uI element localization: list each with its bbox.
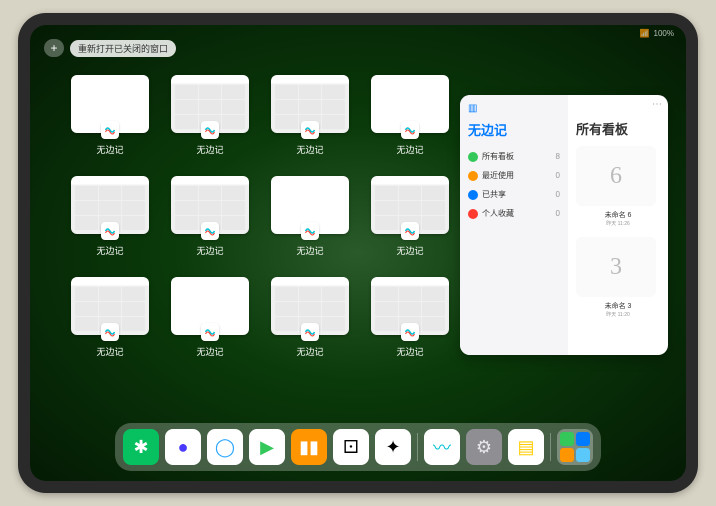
freeform-app-icon <box>101 222 119 240</box>
window-item[interactable]: 无边记 <box>170 176 250 257</box>
window-label: 无边记 <box>196 143 223 156</box>
window-item[interactable]: 无边记 <box>70 75 150 156</box>
panel-right-title: 所有看板 <box>576 119 660 138</box>
sidebar-toggle-icon[interactable]: ▥ <box>468 103 560 114</box>
dock-settings-icon[interactable]: ⚙ <box>466 429 502 465</box>
window-thumbnail <box>371 75 449 133</box>
freeform-app-icon <box>201 121 219 139</box>
window-label: 无边记 <box>96 143 123 156</box>
board-card[interactable]: 3 <box>576 237 656 297</box>
freeform-app-icon <box>401 121 419 139</box>
screen: 📶 100% + 重新打开已关闭的窗口 无边记无边记无边记无边记无边记无边记无边… <box>30 25 686 481</box>
window-thumbnail <box>171 277 249 335</box>
dock-dice-icon[interactable]: ⚀ <box>333 429 369 465</box>
window-thumbnail <box>71 176 149 234</box>
category-icon <box>468 171 478 181</box>
window-label: 无边记 <box>296 345 323 358</box>
ipad-device: 📶 100% + 重新打开已关闭的窗口 无边记无边记无边记无边记无边记无边记无边… <box>18 13 698 493</box>
panel-content: ⋯ 所有看板 6 未命名 6昨天 11:26 3 未命名 3昨天 11:20 <box>568 95 668 355</box>
window-item[interactable]: 无边记 <box>270 75 350 156</box>
window-label: 无边记 <box>296 143 323 156</box>
window-item[interactable]: 无边记 <box>170 75 250 156</box>
dock-separator <box>550 433 551 461</box>
window-thumbnail <box>271 176 349 234</box>
dock-notes-icon[interactable]: ▤ <box>508 429 544 465</box>
window-item[interactable]: 无边记 <box>70 176 150 257</box>
dock: ✱●◯▶▮▮⚀✦ 〰⚙▤ <box>115 423 601 471</box>
window-thumbnail <box>71 277 149 335</box>
new-window-button[interactable]: + <box>44 39 64 57</box>
window-thumbnail <box>171 176 249 234</box>
reopen-closed-button[interactable]: 重新打开已关闭的窗口 <box>70 40 176 57</box>
window-thumbnail <box>171 75 249 133</box>
freeform-app-icon <box>401 323 419 341</box>
dock-books-icon[interactable]: ▮▮ <box>291 429 327 465</box>
window-item[interactable]: 无边记 <box>170 277 250 358</box>
sidebar-item[interactable]: 已共享 0 <box>468 185 560 204</box>
window-label: 无边记 <box>396 143 423 156</box>
freeform-app-icon <box>301 121 319 139</box>
window-thumbnail <box>271 75 349 133</box>
window-label: 无边记 <box>196 244 223 257</box>
category-icon <box>468 209 478 219</box>
window-label: 无边记 <box>396 244 423 257</box>
dock-play-icon[interactable]: ▶ <box>249 429 285 465</box>
freeform-app-icon <box>201 222 219 240</box>
window-item[interactable]: 无边记 <box>370 277 450 358</box>
dock-browser-2-icon[interactable]: ◯ <box>207 429 243 465</box>
sidebar-item-label: 最近使用 <box>482 170 514 181</box>
dock-app-library-icon[interactable] <box>557 429 593 465</box>
battery-label: 100% <box>654 29 674 38</box>
sidebar-item-count: 0 <box>556 209 560 218</box>
freeform-app-icon <box>101 323 119 341</box>
dock-wechat-icon[interactable]: ✱ <box>123 429 159 465</box>
freeform-app-icon <box>301 222 319 240</box>
window-label: 无边记 <box>396 345 423 358</box>
window-label: 无边记 <box>96 244 123 257</box>
board-card[interactable]: 6 <box>576 146 656 206</box>
sidebar-item-count: 0 <box>556 171 560 180</box>
sidebar-item-label: 已共享 <box>482 189 506 200</box>
window-thumbnail <box>371 176 449 234</box>
window-item[interactable]: 无边记 <box>270 176 350 257</box>
board-label: 未命名 6昨天 11:26 <box>576 210 660 227</box>
topbar: + 重新打开已关闭的窗口 <box>44 39 176 57</box>
window-item[interactable]: 无边记 <box>70 277 150 358</box>
category-icon <box>468 190 478 200</box>
window-item[interactable]: 无边记 <box>370 176 450 257</box>
more-icon[interactable]: ⋯ <box>652 99 662 110</box>
sidebar-item[interactable]: 个人收藏 0 <box>468 204 560 223</box>
dock-freeform-icon[interactable]: 〰 <box>424 429 460 465</box>
window-item[interactable]: 无边记 <box>370 75 450 156</box>
freeform-app-icon <box>101 121 119 139</box>
sidebar-item[interactable]: 所有看板 8 <box>468 147 560 166</box>
panel-title: 无边记 <box>468 120 560 139</box>
dock-atoms-icon[interactable]: ✦ <box>375 429 411 465</box>
freeform-app-icon <box>401 222 419 240</box>
category-icon <box>468 152 478 162</box>
status-bar: 📶 100% <box>640 29 674 38</box>
sidebar-item[interactable]: 最近使用 0 <box>468 166 560 185</box>
window-label: 无边记 <box>96 345 123 358</box>
window-thumbnail <box>271 277 349 335</box>
freeform-app-icon <box>201 323 219 341</box>
sidebar-item-label: 个人收藏 <box>482 208 514 219</box>
window-label: 无边记 <box>296 244 323 257</box>
sidebar-item-count: 0 <box>556 190 560 199</box>
dock-separator <box>417 433 418 461</box>
panel-sidebar: ▥ 无边记 所有看板 8 最近使用 0 已共享 0 个人收藏 0 <box>460 95 568 355</box>
dock-browser-1-icon[interactable]: ● <box>165 429 201 465</box>
wifi-icon: 📶 <box>640 29 650 38</box>
freeform-app-icon <box>301 323 319 341</box>
sidebar-item-label: 所有看板 <box>482 151 514 162</box>
window-label: 无边记 <box>196 345 223 358</box>
board-label: 未命名 3昨天 11:20 <box>576 301 660 318</box>
windows-grid: 无边记无边记无边记无边记无边记无边记无边记无边记无边记无边记无边记无边记 <box>70 75 450 358</box>
sidebar-item-count: 8 <box>556 152 560 161</box>
freeform-panel: ▥ 无边记 所有看板 8 最近使用 0 已共享 0 个人收藏 0 ⋯ 所有看板 6 未命名 6昨… <box>460 95 668 355</box>
window-thumbnail <box>71 75 149 133</box>
window-item[interactable]: 无边记 <box>270 277 350 358</box>
window-thumbnail <box>371 277 449 335</box>
